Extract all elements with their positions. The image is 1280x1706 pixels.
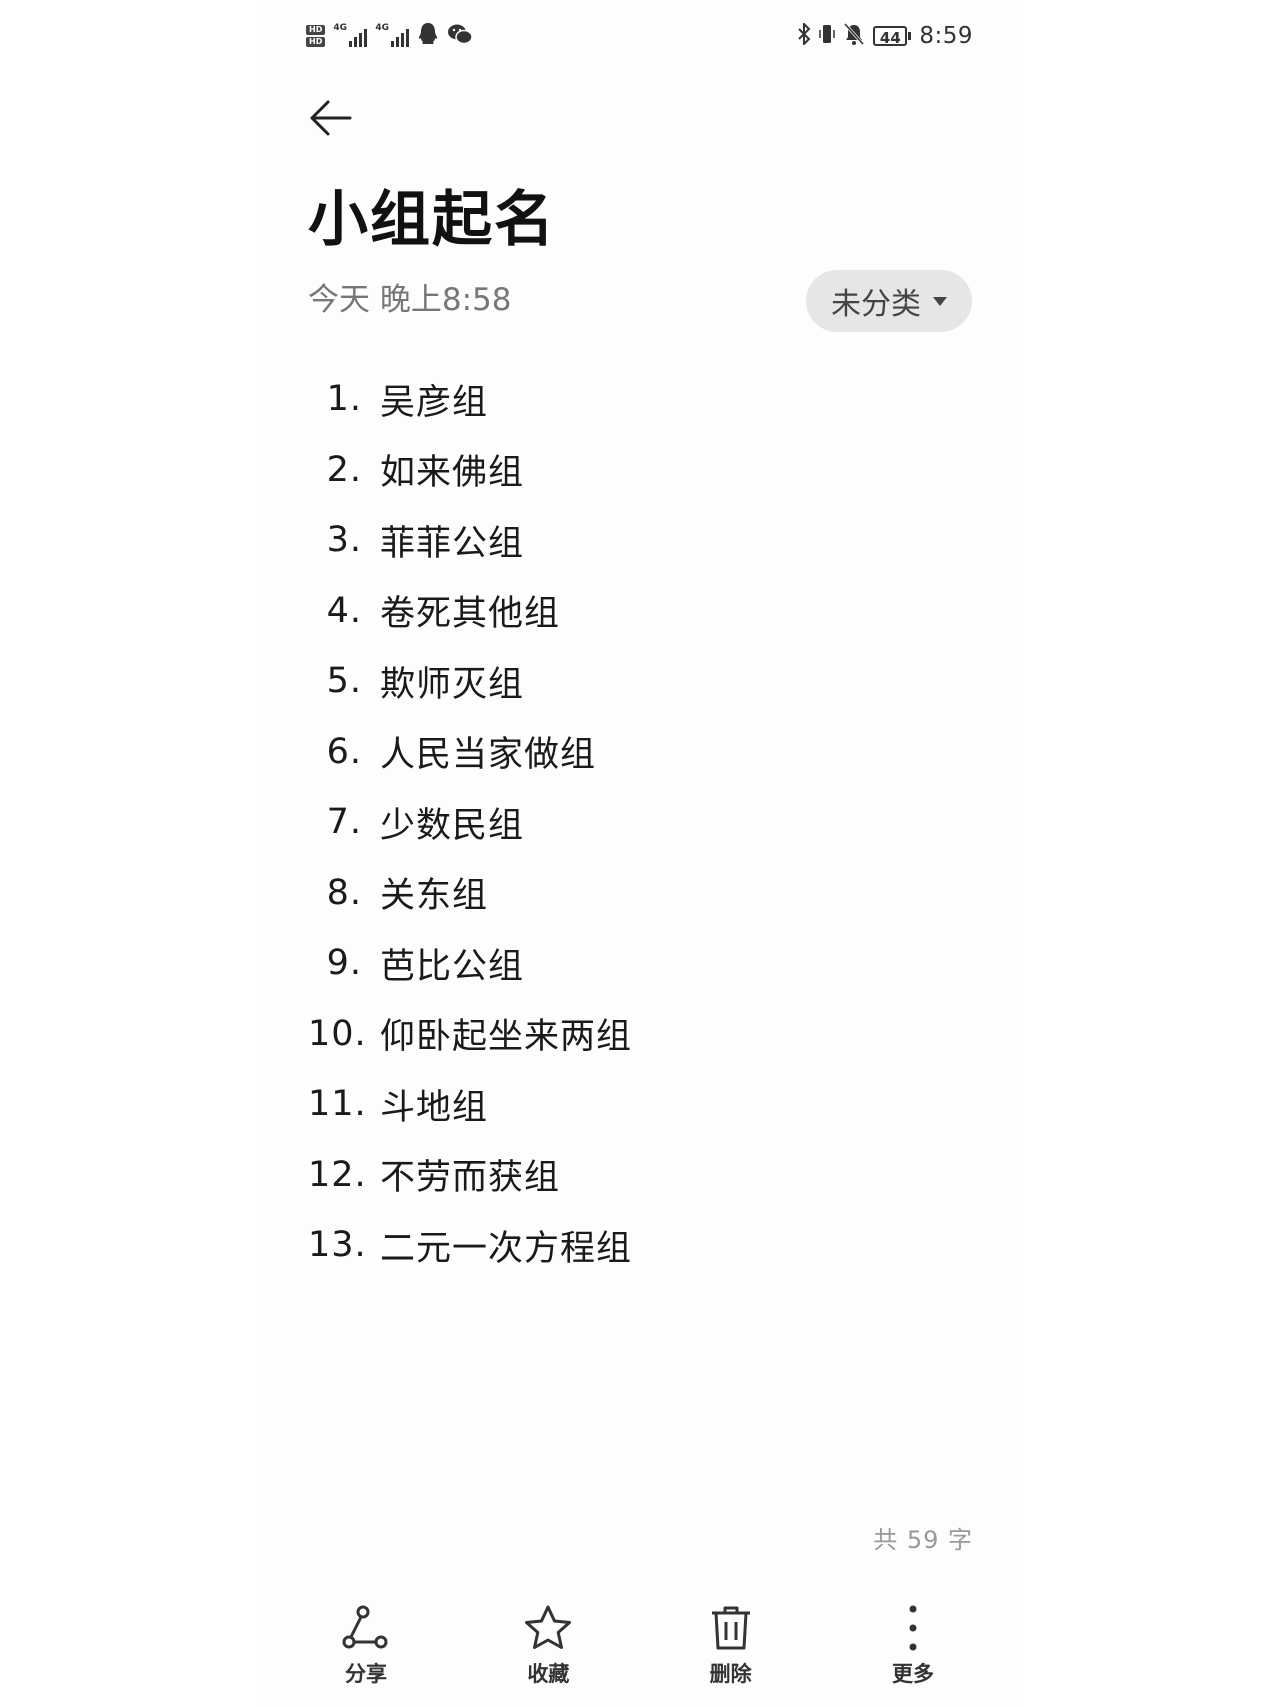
signal-icon: 4G: [333, 23, 368, 47]
list-number: 6.: [326, 731, 362, 772]
delete-label: 删除: [709, 1662, 752, 1686]
list-text: 人民当家做组: [380, 735, 597, 776]
list-number: 9.: [326, 943, 362, 984]
share-button[interactable]: 分享: [318, 1600, 414, 1706]
network-type: 4G: [333, 23, 347, 33]
dropdown-arrow-icon: [933, 296, 947, 306]
back-button[interactable]: [308, 96, 352, 140]
list-item[interactable]: 3. 菲菲公组: [308, 505, 632, 576]
vibrate-icon: [819, 23, 836, 49]
list-item[interactable]: 9. 芭比公组: [308, 928, 632, 999]
status-time: 8:59: [919, 23, 973, 49]
back-arrow-icon: [310, 100, 352, 136]
list-number: 7.: [326, 802, 362, 843]
list-item[interactable]: 5. 欺师灭组: [308, 646, 632, 717]
category-label: 未分类: [831, 287, 921, 322]
hd-badge: HD: [306, 25, 326, 35]
list-text: 吴彦组: [380, 382, 489, 423]
delete-button[interactable]: 删除: [683, 1600, 779, 1706]
note-body-list[interactable]: 1. 吴彦组 2. 如来佛组 3. 菲菲公组 4. 卷死其他组 5. 欺师灭组 6. 人民当…: [308, 364, 632, 1281]
category-selector[interactable]: 未分类: [806, 270, 972, 332]
list-text: 斗地组: [380, 1087, 489, 1128]
battery-level: 44: [873, 26, 908, 47]
list-item[interactable]: 2. 如来佛组: [308, 435, 632, 506]
list-item[interactable]: 13. 二元一次方程组: [308, 1210, 632, 1281]
list-item[interactable]: 4. 卷死其他组: [308, 576, 632, 647]
list-text: 芭比公组: [380, 946, 525, 987]
signal-icon: 4G: [375, 23, 410, 47]
star-icon: [525, 1605, 572, 1649]
battery-icon: 44: [873, 26, 912, 47]
hd-badge: HD: [306, 37, 326, 47]
list-item[interactable]: 7. 少数民组: [308, 787, 632, 858]
list-item[interactable]: 10. 仰卧起坐来两组: [308, 999, 632, 1070]
bluetooth-icon: [797, 21, 811, 49]
list-number: 1.: [326, 379, 362, 420]
list-number: 3.: [326, 520, 362, 561]
qq-icon: [417, 22, 439, 50]
list-item[interactable]: 12. 不劳而获组: [308, 1140, 632, 1211]
favorite-label: 收藏: [527, 1662, 570, 1686]
list-item[interactable]: 8. 关东组: [308, 858, 632, 929]
status-bar: HD HD 4G 4G 44 8:59: [306, 18, 973, 54]
list-text: 二元一次方程组: [380, 1228, 633, 1269]
list-text: 卷死其他组: [380, 594, 561, 635]
note-timestamp: 今天 晚上8:58: [308, 282, 512, 318]
more-vertical-icon: [909, 1605, 917, 1651]
share-label: 分享: [345, 1662, 387, 1686]
list-number: 12.: [308, 1154, 367, 1195]
list-text: 关东组: [380, 876, 489, 917]
bottom-toolbar: 分享 收藏 删除 更多: [256, 1600, 1023, 1706]
network-type: 4G: [375, 23, 389, 33]
list-item[interactable]: 1. 吴彦组: [308, 364, 632, 435]
more-label: 更多: [891, 1662, 934, 1686]
word-count: 共 59 字: [873, 1526, 973, 1554]
list-number: 4.: [326, 590, 362, 631]
status-left: HD HD 4G 4G: [306, 22, 474, 50]
list-number: 11.: [308, 1084, 367, 1125]
trash-icon: [711, 1606, 750, 1650]
share-icon: [342, 1605, 388, 1649]
list-number: 13.: [308, 1225, 367, 1266]
list-number: 10.: [308, 1013, 367, 1054]
hd-badges: HD HD: [306, 25, 326, 47]
list-text: 少数民组: [380, 805, 525, 846]
list-number: 8.: [326, 872, 362, 913]
favorite-button[interactable]: 收藏: [500, 1600, 596, 1706]
status-right: 44 8:59: [797, 21, 973, 50]
list-text: 欺师灭组: [380, 664, 525, 705]
list-number: 2.: [326, 449, 362, 490]
note-screen: HD HD 4G 4G 44 8:59 小组起名 今天 晚上8:58 未分类 1…: [256, 0, 1023, 1706]
list-text: 不劳而获组: [380, 1158, 561, 1199]
list-text: 菲菲公组: [380, 523, 525, 564]
list-text: 如来佛组: [380, 453, 525, 494]
list-item[interactable]: 6. 人民当家做组: [308, 717, 632, 788]
list-text: 仰卧起坐来两组: [380, 1017, 633, 1058]
list-item[interactable]: 11. 斗地组: [308, 1069, 632, 1140]
note-title[interactable]: 小组起名: [308, 182, 556, 258]
more-button[interactable]: 更多: [865, 1600, 961, 1706]
wechat-icon: [447, 23, 474, 49]
mute-bell-icon: [843, 22, 865, 50]
list-number: 5.: [326, 661, 362, 702]
